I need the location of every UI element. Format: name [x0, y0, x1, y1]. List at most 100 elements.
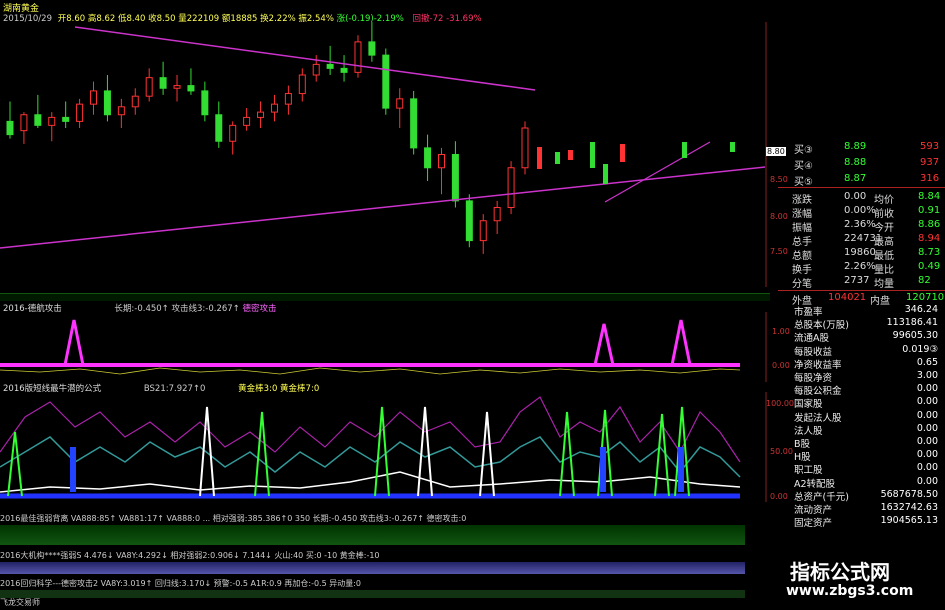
candle	[298, 74, 306, 95]
watermark: 指标公式网 www.zbgs3.com	[760, 548, 940, 606]
fin-label: 流动资产	[794, 505, 833, 516]
fin-value: 0.00	[916, 436, 938, 447]
candle	[603, 164, 608, 184]
indicator-strip-1: 2016最佳强弱背离 VA888:85↑ VA881:17↑ VA888:0 .…	[0, 514, 467, 523]
indicator2-bar-blue	[70, 447, 76, 492]
quote-row: 买④ 8.88 937	[778, 156, 945, 172]
candle	[354, 41, 362, 73]
candle	[229, 124, 237, 142]
candle	[368, 41, 376, 56]
stats-row: 总手 224731 最高 8.94	[778, 232, 945, 248]
fin-label: 国家股	[794, 399, 823, 411]
candle	[521, 127, 529, 169]
indicator-strip-2: 2016大机构****强弱S 4.476↓ VA8Y:4.292↓ 相对强弱2:…	[0, 551, 380, 560]
fin-value: 1904565.13	[880, 515, 938, 527]
fin-row: B股 0.00	[780, 436, 940, 450]
strip-bar-2	[0, 562, 745, 574]
fin-row: 市盈率 346.24	[780, 304, 940, 318]
indicator2-chart[interactable]	[0, 392, 770, 502]
stat-value: 0.91	[918, 205, 941, 216]
quote-label: 买④	[794, 161, 813, 172]
fin-row: 流动资产 1632742.63	[780, 502, 940, 516]
indicator2-spike-white	[417, 406, 433, 497]
candle	[620, 144, 625, 162]
indicator1-chart[interactable]	[0, 312, 770, 382]
indicator2-spike-green	[559, 411, 575, 497]
indicator2-white	[0, 471, 741, 493]
fin-value: 0.00	[916, 422, 938, 434]
fin-label: 流通A股	[794, 333, 829, 345]
candle	[568, 150, 573, 160]
indicator2-bar-blue	[600, 447, 606, 492]
quote-label: 买⑤	[794, 177, 813, 188]
candle	[437, 154, 445, 169]
fin-value: 0.00	[916, 475, 938, 487]
quote-price: 8.88	[844, 157, 867, 168]
stats-row: 总额 19860 最低 8.73	[778, 246, 945, 262]
stats-row: 换手 2.26% 量比 0.49	[778, 260, 945, 276]
stat-label: 均量	[874, 279, 894, 290]
candle	[90, 90, 98, 105]
candle	[215, 114, 223, 142]
quote-vol: 593	[920, 141, 940, 152]
fin-value: 0.00	[916, 449, 938, 461]
fin-row: 每股公积金 0.00	[780, 383, 940, 397]
fin-value: 0.00	[916, 396, 938, 408]
outer-inner-row: 外盘 104021 内盘 120710	[778, 290, 945, 307]
candle	[479, 220, 487, 242]
fin-row: 每股收益 0.019③	[780, 343, 940, 358]
inner-val: 120710	[906, 292, 945, 303]
fin-value: 0.00	[916, 409, 938, 421]
stats-row: 振幅 2.36% 今开 8.86	[778, 218, 945, 234]
stat-value: 8.94	[918, 233, 941, 244]
candle	[493, 207, 501, 222]
candle	[76, 103, 84, 122]
fin-value: 0.019③	[902, 343, 938, 355]
trendline-lower	[0, 166, 766, 249]
fin-label: 净资收益率	[794, 359, 842, 371]
candle	[451, 154, 459, 202]
fin-row: 法人股 0.00	[780, 422, 940, 437]
indicator1-spike	[63, 319, 85, 366]
indicator2-purple	[0, 396, 741, 463]
candle	[537, 147, 542, 169]
fin-label: 法人股	[794, 425, 823, 437]
fin-row: 职工股 0.00	[780, 462, 940, 476]
candle	[312, 63, 320, 76]
fin-value: 1632742.63	[880, 502, 938, 513]
stat-value: 0.49	[918, 261, 941, 272]
fin-label: 总资产(千元)	[794, 491, 849, 503]
candle	[187, 85, 195, 92]
candle	[340, 67, 348, 73]
candle	[48, 116, 56, 126]
stat-value: 19860	[844, 247, 876, 258]
candle	[465, 200, 473, 242]
strip-bar-1	[0, 525, 745, 545]
stat-value: 2.36%	[844, 219, 876, 230]
candlestick-chart[interactable]	[0, 22, 770, 287]
indicator2-axis: 50.00	[770, 447, 793, 456]
candle	[243, 116, 251, 126]
stat-value: 82	[918, 275, 931, 286]
fin-row: 发起法人股 0.00	[780, 409, 940, 424]
candle	[62, 116, 70, 122]
fin-label: H股	[794, 452, 811, 464]
fin-value: 3.00	[916, 370, 938, 381]
candle	[396, 98, 404, 109]
fin-label: 发起法人股	[794, 412, 842, 424]
stats-row: 分笔 2737 均量 82	[778, 274, 945, 290]
indicator1-axis: 1.00	[772, 327, 790, 336]
indicator1-spike	[593, 323, 615, 366]
stat-value: 0.00%	[844, 205, 876, 216]
fin-row: 总资产(千元) 5687678.50	[780, 489, 940, 503]
candle	[103, 90, 111, 116]
fin-label: 每股净资	[794, 373, 833, 384]
indicator2-spike-green	[254, 411, 270, 497]
fin-label: A2转配股	[794, 478, 836, 490]
candle	[159, 77, 167, 89]
candle	[590, 142, 595, 168]
quote-vol: 937	[920, 157, 940, 168]
fin-value: 99605.30	[892, 330, 938, 342]
candle	[201, 90, 209, 116]
candle	[424, 147, 432, 169]
